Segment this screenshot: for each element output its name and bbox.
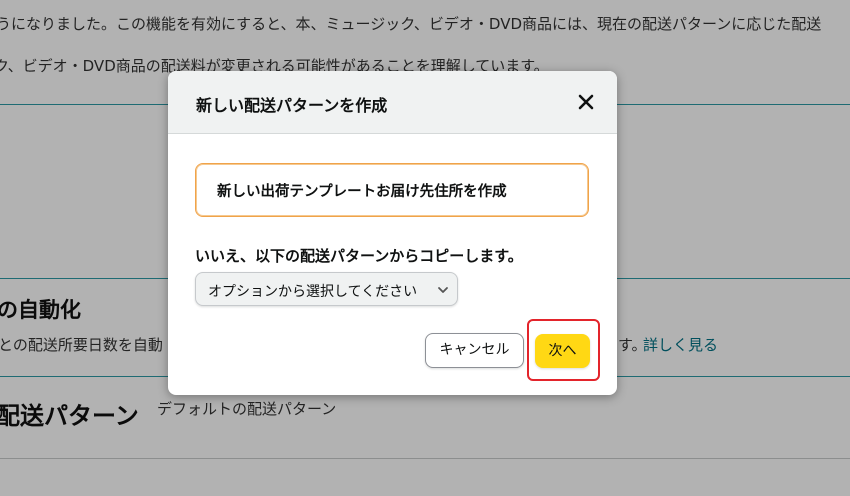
select-value: オプションから選択してください <box>208 284 418 300</box>
copy-pattern-select[interactable]: オプションから選択してください <box>195 272 458 306</box>
dialog-header: 新しい配送パターンを作成 <box>168 71 617 134</box>
close-icon <box>578 94 594 110</box>
next-button[interactable]: 次へ <box>535 334 590 368</box>
dialog-title: 新しい配送パターンを作成 <box>196 96 388 115</box>
cancel-button[interactable]: キャンセル <box>425 333 524 368</box>
create-new-template-label: 新しい出荷テンプレートお届け先住所を作成 <box>217 184 507 200</box>
create-new-template-option[interactable]: 新しい出荷テンプレートお届け先住所を作成 <box>195 163 589 217</box>
copy-from-pattern-label: いいえ、以下の配送パターンからコピーします。 <box>195 247 523 265</box>
close-button[interactable] <box>575 91 597 113</box>
create-shipping-pattern-dialog: 新しい配送パターンを作成 新しい出荷テンプレートお届け先住所を作成 いいえ、以下… <box>168 71 617 395</box>
chevron-down-icon <box>438 287 448 293</box>
